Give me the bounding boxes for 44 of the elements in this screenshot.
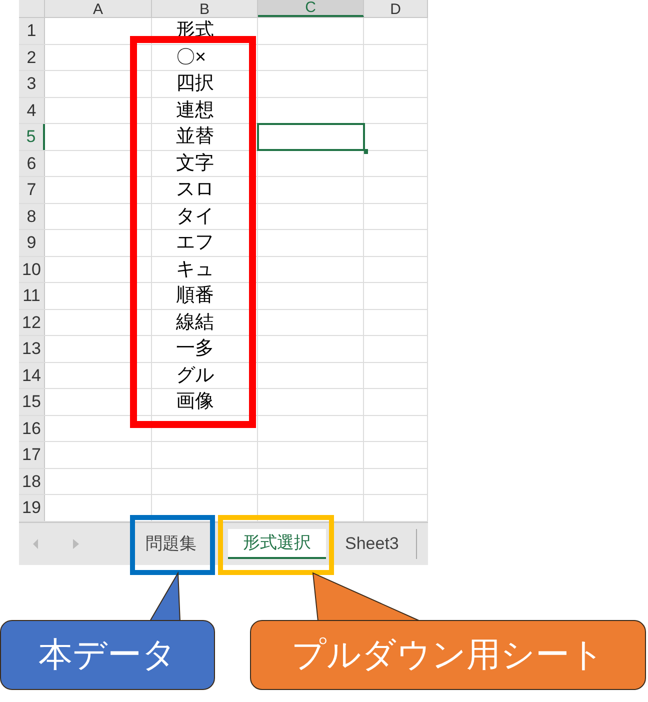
- row-header[interactable]: 18: [19, 468, 45, 494]
- row-header[interactable]: 3: [19, 71, 45, 96]
- column-header[interactable]: A: [45, 0, 152, 17]
- row-header[interactable]: 11: [19, 283, 45, 308]
- table-cell: 四択: [176, 72, 214, 96]
- sheet-tab[interactable]: 形式選択: [228, 528, 326, 558]
- row-header[interactable]: 2: [19, 44, 45, 70]
- row-header[interactable]: 12: [19, 310, 45, 335]
- row-header[interactable]: 14: [19, 362, 45, 388]
- table-cell: グル: [176, 364, 214, 388]
- scroll-right-icon[interactable]: [73, 538, 79, 548]
- row-header[interactable]: 7: [19, 177, 45, 202]
- sheet-tab[interactable]: Sheet3: [342, 528, 402, 558]
- row-header[interactable]: 1: [19, 18, 45, 44]
- table-cell: 並替: [176, 125, 214, 149]
- row-header[interactable]: 4: [19, 98, 45, 123]
- row-header[interactable]: 6: [19, 150, 45, 176]
- row-header[interactable]: 8: [19, 204, 45, 229]
- table-cell: 一多: [176, 337, 214, 361]
- table-cell: 連想: [176, 98, 214, 122]
- table-cell: 画像: [176, 390, 214, 414]
- row-header[interactable]: 19: [19, 495, 45, 520]
- column-header[interactable]: D: [364, 0, 428, 17]
- sheet-tab[interactable]: 問題集: [130, 528, 212, 558]
- table-cell: 線結: [176, 310, 214, 334]
- scroll-left-icon[interactable]: [33, 538, 39, 548]
- column-header[interactable]: C: [258, 0, 364, 17]
- table-cell: エフ: [176, 231, 214, 255]
- table-cell: 文字: [176, 152, 214, 176]
- row-header[interactable]: 9: [19, 230, 45, 256]
- callout: 本データ: [0, 620, 215, 690]
- table-cell: タイ: [176, 204, 214, 228]
- row-header[interactable]: 16: [19, 416, 45, 441]
- table-cell: キュ: [176, 258, 214, 282]
- fill-handle-icon[interactable]: [363, 148, 368, 154]
- row-header[interactable]: 13: [19, 336, 45, 362]
- row-header[interactable]: 10: [19, 256, 45, 282]
- table-cell: 順番: [176, 284, 214, 308]
- table-cell: 〇×: [176, 46, 206, 70]
- table-cell: スロ: [176, 178, 214, 202]
- row-header[interactable]: 15: [19, 389, 45, 414]
- callout-pointer: [149, 571, 181, 622]
- row-header[interactable]: 5: [19, 124, 45, 150]
- row-header[interactable]: 17: [19, 442, 45, 468]
